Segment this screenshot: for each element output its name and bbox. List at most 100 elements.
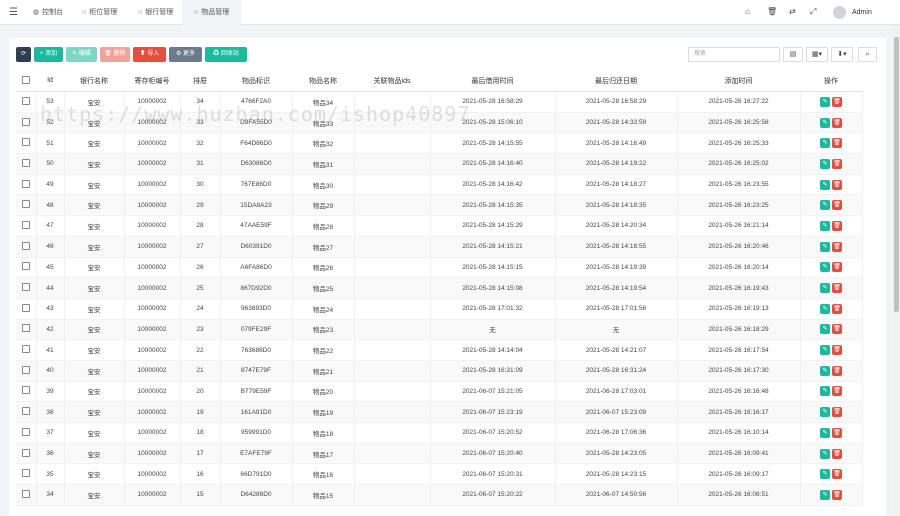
row-checkbox[interactable] xyxy=(16,132,37,155)
column-header[interactable]: 物品标识 xyxy=(220,70,292,92)
table-row[interactable]: 39 宝安 10000002 20 B779E59F 物品20 2021-06-07 15:… xyxy=(16,381,863,403)
avatar[interactable] xyxy=(833,6,846,19)
row-checkbox[interactable] xyxy=(16,153,37,175)
delete-row-icon[interactable]: 🗑 xyxy=(832,427,842,438)
tab-bank-management[interactable]: ○ 银行管理 xyxy=(138,0,173,25)
edit-row-icon[interactable]: ✎ xyxy=(820,489,830,500)
edit-row-icon[interactable]: ✎ xyxy=(820,220,830,231)
column-header[interactable]: 物品名称 xyxy=(292,70,354,92)
delete-row-icon[interactable]: 🗑 xyxy=(832,179,842,190)
edit-row-icon[interactable]: ✎ xyxy=(820,262,830,273)
tab-item-management[interactable]: ○ 物品管理 xyxy=(182,0,242,25)
more-button[interactable]: ⚙ 更多 xyxy=(169,47,202,62)
row-checkbox[interactable] xyxy=(16,422,37,444)
edit-row-icon[interactable]: ✎ xyxy=(820,365,830,376)
search-icon[interactable]: ⌕ xyxy=(858,47,877,62)
row-checkbox[interactable] xyxy=(16,257,37,279)
home-icon[interactable]: ⌂ xyxy=(745,7,750,16)
row-checkbox[interactable] xyxy=(16,401,37,423)
edit-row-icon[interactable]: ✎ xyxy=(820,283,830,294)
column-header[interactable]: 最后借用时间 xyxy=(430,70,555,92)
table-row[interactable]: 37 宝安 10000002 18 959991D0 物品18 2021-06-07 15:… xyxy=(16,422,863,444)
table-row[interactable]: 34 宝安 10000002 15 D64286D0 物品15 2021-06-07 15:… xyxy=(16,484,863,506)
row-checkbox[interactable] xyxy=(16,112,37,134)
row-checkbox[interactable] xyxy=(16,339,37,361)
column-header[interactable]: Id xyxy=(36,70,64,92)
table-row[interactable]: 47 宝安 10000002 28 47AAE59F 物品28 2021-05-28 14:… xyxy=(16,215,863,237)
delete-row-icon[interactable]: 🗑 xyxy=(832,407,842,418)
edit-row-icon[interactable]: ✎ xyxy=(820,179,830,190)
column-header[interactable]: 添加时间 xyxy=(677,70,800,92)
delete-row-icon[interactable]: 🗑 xyxy=(832,283,842,294)
row-checkbox[interactable] xyxy=(16,215,37,237)
column-header[interactable]: 排屉 xyxy=(180,70,220,92)
delete-row-icon[interactable]: 🗑 xyxy=(832,324,842,335)
table-row[interactable]: 53 宝安 10000002 34 4766F2A0 物品34 2021-05-28 16:… xyxy=(16,91,863,113)
edit-row-icon[interactable]: ✎ xyxy=(820,138,830,149)
row-checkbox[interactable] xyxy=(16,91,37,113)
edit-row-icon[interactable]: ✎ xyxy=(820,448,830,459)
row-checkbox[interactable] xyxy=(16,484,37,506)
table-row[interactable]: 38 宝安 10000002 19 161A91D0 物品19 2021-06-07 15:… xyxy=(16,401,863,423)
delete-row-icon[interactable]: 🗑 xyxy=(832,138,842,149)
recycle-bin-button[interactable]: ♻ 回收站 xyxy=(205,47,247,62)
row-checkbox[interactable] xyxy=(16,277,37,299)
delete-row-icon[interactable]: 🗑 xyxy=(832,158,842,169)
row-checkbox[interactable] xyxy=(16,443,37,465)
edit-button[interactable]: ✎ 编辑 xyxy=(66,47,97,62)
toggle-view-icon[interactable]: ▤ xyxy=(783,47,803,62)
edit-row-icon[interactable]: ✎ xyxy=(820,303,830,314)
edit-row-icon[interactable]: ✎ xyxy=(820,158,830,169)
search-input[interactable]: 搜索 xyxy=(688,47,780,62)
delete-row-icon[interactable]: 🗑 xyxy=(832,303,842,314)
delete-row-icon[interactable]: 🗑 xyxy=(832,241,842,252)
delete-button[interactable]: 🗑 删除 xyxy=(100,47,130,62)
import-button[interactable]: ⬆ 导入 xyxy=(133,47,166,62)
delete-row-icon[interactable]: 🗑 xyxy=(832,386,842,397)
edit-row-icon[interactable]: ✎ xyxy=(820,469,830,480)
table-row[interactable]: 49 宝安 10000002 30 767E86D0 物品30 2021-05-28 14:… xyxy=(16,174,863,196)
edit-row-icon[interactable]: ✎ xyxy=(820,427,830,438)
row-checkbox[interactable] xyxy=(16,194,37,217)
select-all-checkbox[interactable] xyxy=(16,70,36,92)
row-checkbox[interactable] xyxy=(16,174,37,196)
row-checkbox[interactable] xyxy=(16,236,37,258)
columns-icon[interactable]: ▦▾ xyxy=(806,47,828,62)
table-row[interactable]: 40 宝安 10000002 21 8747E79F 物品21 2021-05-28 16:… xyxy=(16,360,863,382)
delete-row-icon[interactable]: 🗑 xyxy=(832,448,842,459)
delete-row-icon[interactable]: 🗑 xyxy=(832,345,842,356)
delete-row-icon[interactable]: 🗑 xyxy=(832,469,842,480)
scrollbar[interactable] xyxy=(893,25,900,516)
column-header[interactable]: 关联物品ids xyxy=(354,70,430,92)
delete-row-icon[interactable]: 🗑 xyxy=(832,117,842,128)
table-row[interactable]: 45 宝安 10000002 26 A6FA86D0 物品26 2021-05-28 14:… xyxy=(16,257,863,279)
column-header[interactable]: 银行名称 xyxy=(64,70,124,92)
table-row[interactable]: 42 宝安 10000002 23 079FE29F 物品23 无无 2021-05-26 1… xyxy=(16,319,863,341)
edit-row-icon[interactable]: ✎ xyxy=(820,200,830,211)
edit-row-icon[interactable]: ✎ xyxy=(820,386,830,397)
row-checkbox[interactable] xyxy=(16,319,37,341)
table-row[interactable]: 51 宝安 10000002 32 F64D86D0 物品32 2021-05-28 14:… xyxy=(16,132,863,155)
user-name[interactable]: Admin xyxy=(852,9,872,16)
edit-row-icon[interactable]: ✎ xyxy=(820,96,830,107)
trash-icon[interactable]: 🗑 xyxy=(767,7,777,16)
edit-row-icon[interactable]: ✎ xyxy=(820,345,830,356)
table-row[interactable]: 48 宝安 10000002 29 15DA8A23 物品29 2021-05-28 14:… xyxy=(16,194,863,217)
translate-icon[interactable]: ⇄ xyxy=(789,7,796,16)
table-row[interactable]: 52 宝安 10000002 33 D9FA55D0 物品33 2021-05-28 15:… xyxy=(16,112,863,134)
add-button[interactable]: + 添加 xyxy=(34,47,63,62)
table-row[interactable]: 46 宝安 10000002 27 D60391D0 物品27 2021-05-28 14:… xyxy=(16,236,863,258)
menu-toggle-icon[interactable]: ☰ xyxy=(9,7,18,18)
edit-row-icon[interactable]: ✎ xyxy=(820,407,830,418)
delete-row-icon[interactable]: 🗑 xyxy=(832,96,842,107)
row-checkbox[interactable] xyxy=(16,360,37,382)
tab-locker-management[interactable]: ○ 柜位管理 xyxy=(82,0,117,25)
column-header[interactable]: 最后归还日期 xyxy=(555,70,677,92)
delete-row-icon[interactable]: 🗑 xyxy=(832,262,842,273)
row-checkbox[interactable] xyxy=(16,381,37,403)
delete-row-icon[interactable]: 🗑 xyxy=(832,220,842,231)
export-icon[interactable]: ⬇▾ xyxy=(831,47,853,62)
tab-dashboard[interactable]: ◍ 控制台 xyxy=(33,0,63,25)
row-checkbox[interactable] xyxy=(16,298,37,320)
row-checkbox[interactable] xyxy=(16,463,37,486)
